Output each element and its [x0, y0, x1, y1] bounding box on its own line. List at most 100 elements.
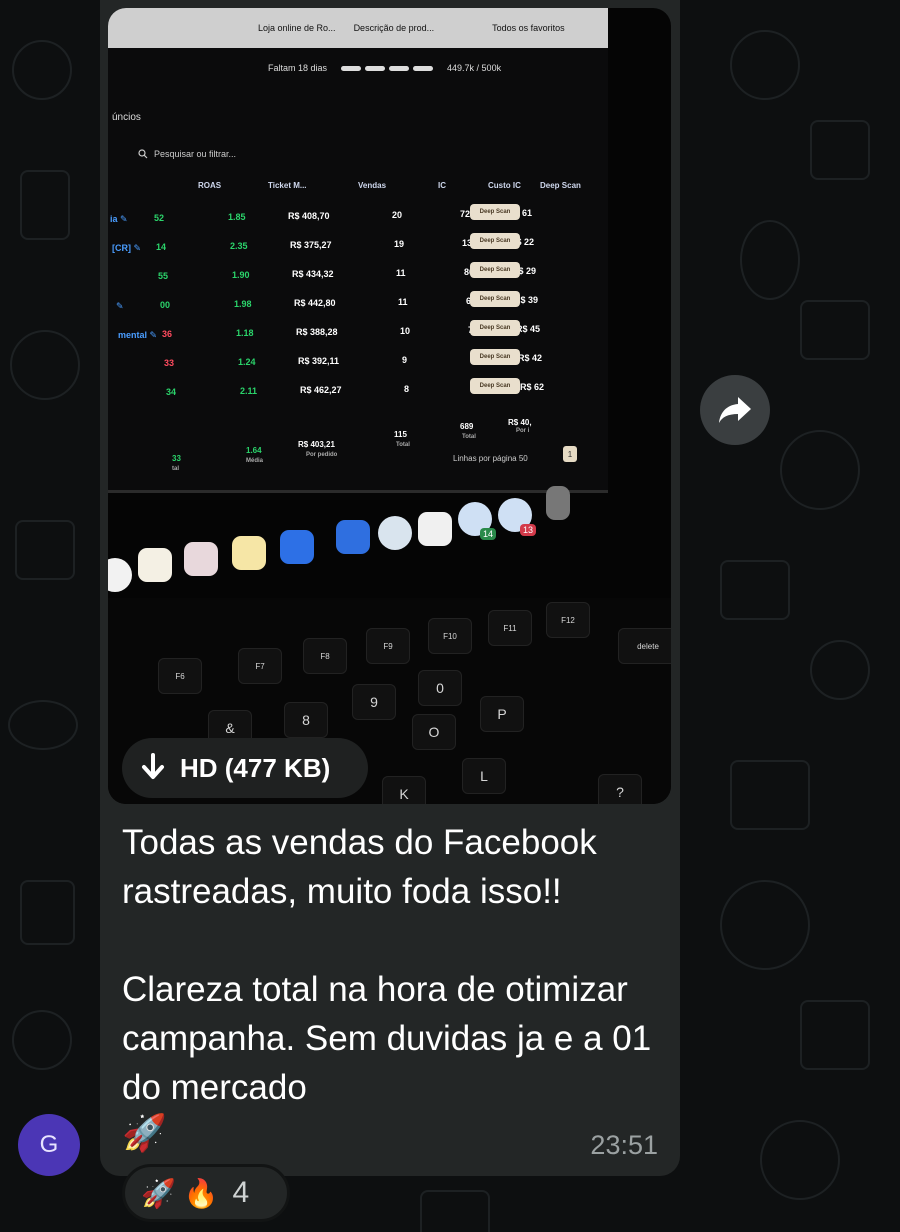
photo-total-value: 115 — [394, 430, 407, 439]
photo-table-cell: 11 — [396, 268, 406, 278]
photo-table-cell: R$ 375,27 — [290, 240, 332, 250]
forward-arrow-icon — [719, 397, 751, 423]
photo-dock-app-roblox — [280, 530, 314, 564]
photo-deep-scan-button: Deep Scan — [470, 378, 520, 394]
wallpaper-doodle — [10, 330, 80, 400]
photo-table-cell: R$ 42 — [518, 353, 543, 363]
photo-total-label: Por pedido — [306, 452, 338, 458]
photo-key: O — [412, 714, 456, 750]
photo-total-value: 689 — [460, 422, 474, 431]
message-emoji: 🚀 — [122, 1112, 167, 1153]
message-bubble[interactable]: Loja online de Ro... Descrição de prod..… — [100, 0, 680, 1176]
wallpaper-doodle — [730, 30, 800, 100]
photo-deep-scan-button: Deep Scan — [470, 233, 520, 249]
photo-col-header: Ticket M... — [268, 181, 307, 190]
photo-total-label: Média — [246, 458, 264, 464]
photo-key: delete — [618, 628, 671, 664]
photo-section-label: úncios — [112, 112, 141, 123]
photo-table-cell: 9 — [402, 355, 408, 365]
photo-dock-app-search — [378, 516, 412, 550]
photo-key: F8 — [303, 638, 347, 674]
photo-table-cell: 14 — [156, 242, 167, 252]
photo-dock-badge: 13 — [519, 524, 536, 536]
photo-table-cell: 1.24 — [238, 357, 256, 367]
wallpaper-doodle — [8, 700, 78, 750]
photo-table-cell: ia ✎ — [110, 214, 128, 224]
photo-deep-scan-button: Deep Scan — [470, 349, 520, 365]
photo-table-cell: 8 — [404, 384, 410, 394]
photo-table-cell: 1.18 — [236, 328, 254, 338]
photo-table-cell: 34 — [166, 387, 177, 397]
photo-table-cell: 11 — [398, 297, 408, 307]
photo-col-header: Vendas — [358, 181, 387, 190]
photo-deep-scan-button: Deep Scan — [470, 204, 520, 220]
photo-key: 0 — [418, 670, 462, 706]
reactions-bar[interactable]: 🚀 🔥 4 — [122, 1164, 290, 1222]
wallpaper-doodle — [730, 760, 810, 830]
avatar-initial: G — [39, 1131, 59, 1158]
photo-table-cell: R$ 62 — [520, 382, 545, 392]
photo-key: F10 — [428, 618, 472, 654]
photo-table-cell: R$ 388,28 — [296, 327, 338, 337]
photo-total-label: tal — [172, 466, 180, 472]
photo-total-value: R$ 40, — [508, 418, 532, 427]
photo-dock-app-capcut — [418, 512, 452, 546]
photo-table-row: 55 1.90 R$ 434,32 11 86 R$ 29 Deep Scan — [108, 262, 608, 296]
photo-pager-label: Linhas por página — [453, 454, 517, 463]
wallpaper-doodle — [720, 560, 790, 620]
photo-dock-app-notes — [138, 548, 172, 582]
photo-dock-app-blue — [336, 520, 370, 554]
photo-table-cell: R$ 434,32 — [292, 269, 334, 279]
download-hd-button[interactable]: HD (477 KB) — [122, 738, 368, 798]
photo-table-row: [CR] ✎142.35R$ 375,2719132R$ 22Deep Scan — [108, 233, 608, 267]
photo-table-header: ROAS Ticket M... Vendas IC Custo IC Deep… — [108, 178, 608, 196]
photo-table-cell: 1.98 — [234, 299, 252, 309]
sender-avatar[interactable]: G — [18, 1114, 80, 1176]
photo-col-header: Deep Scan — [540, 181, 581, 190]
message-text: Todas as vendas do Facebook rastreadas, … — [122, 823, 652, 1107]
photo-dock-badge: 14 — [479, 528, 496, 540]
wallpaper-doodle — [800, 300, 870, 360]
attached-photo[interactable]: Loja online de Ro... Descrição de prod..… — [108, 8, 671, 804]
photo-deep-scan-button: Deep Scan — [470, 320, 520, 336]
photo-key: F7 — [238, 648, 282, 684]
forward-button[interactable] — [700, 375, 770, 445]
photo-key: L — [462, 758, 506, 794]
photo-total-label: Total — [462, 434, 476, 440]
photo-total-value: 1.64 — [246, 446, 262, 455]
photo-search-icon — [138, 149, 148, 159]
photo-dock-trash — [546, 486, 570, 520]
photo-table-cell: 55 — [158, 271, 169, 281]
photo-search-placeholder: Pesquisar ou filtrar... — [154, 149, 237, 159]
photo-key: ? — [598, 774, 642, 804]
wallpaper-doodle — [740, 220, 800, 300]
photo-table-cell: 72 — [460, 209, 471, 219]
photo-table-cell: 36 — [162, 329, 173, 339]
photo-usage: 449.7k / 500k — [447, 63, 502, 73]
photo-table-cell: 52 — [154, 213, 165, 223]
photo-table-cell: 10 — [400, 326, 411, 336]
photo-key: P — [480, 696, 524, 732]
photo-key: F6 — [158, 658, 202, 694]
download-label: HD (477 KB) — [180, 752, 331, 783]
photo-dock-app-safari-2: 13 — [498, 498, 536, 536]
photo-browser-tab: Descrição de prod... — [353, 23, 435, 33]
photo-total-label: Por i — [516, 428, 530, 434]
photo-browser-bar: Loja online de Ro... Descrição de prod..… — [108, 8, 608, 48]
download-arrow-icon — [142, 753, 164, 779]
photo-table-cell: [CR] ✎ — [112, 243, 142, 253]
photo-progress-bar — [341, 65, 434, 71]
photo-table-cell: 00 — [160, 300, 171, 310]
photo-table-cell: 19 — [394, 239, 405, 249]
wallpaper-doodle — [780, 430, 860, 510]
photo-pager-value: 50 — [518, 454, 528, 463]
photo-table-cell: ✎ — [116, 301, 124, 311]
photo-col-header: Custo IC — [488, 181, 521, 190]
photo-dock-app-safari-1: 14 — [458, 502, 496, 540]
photo-dock-app-phone — [184, 542, 218, 576]
photo-table-row: 331.24R$ 392,11967R$ 42Deep Scan — [108, 349, 608, 383]
photo-table-cell: R$ 392,11 — [298, 356, 340, 366]
photo-dock-app-chrome — [108, 558, 132, 592]
photo-table-totals: 33 tal 1.64 Média R$ 403,21 Por pedido 1… — [108, 418, 608, 472]
photo-key: K — [382, 776, 426, 804]
